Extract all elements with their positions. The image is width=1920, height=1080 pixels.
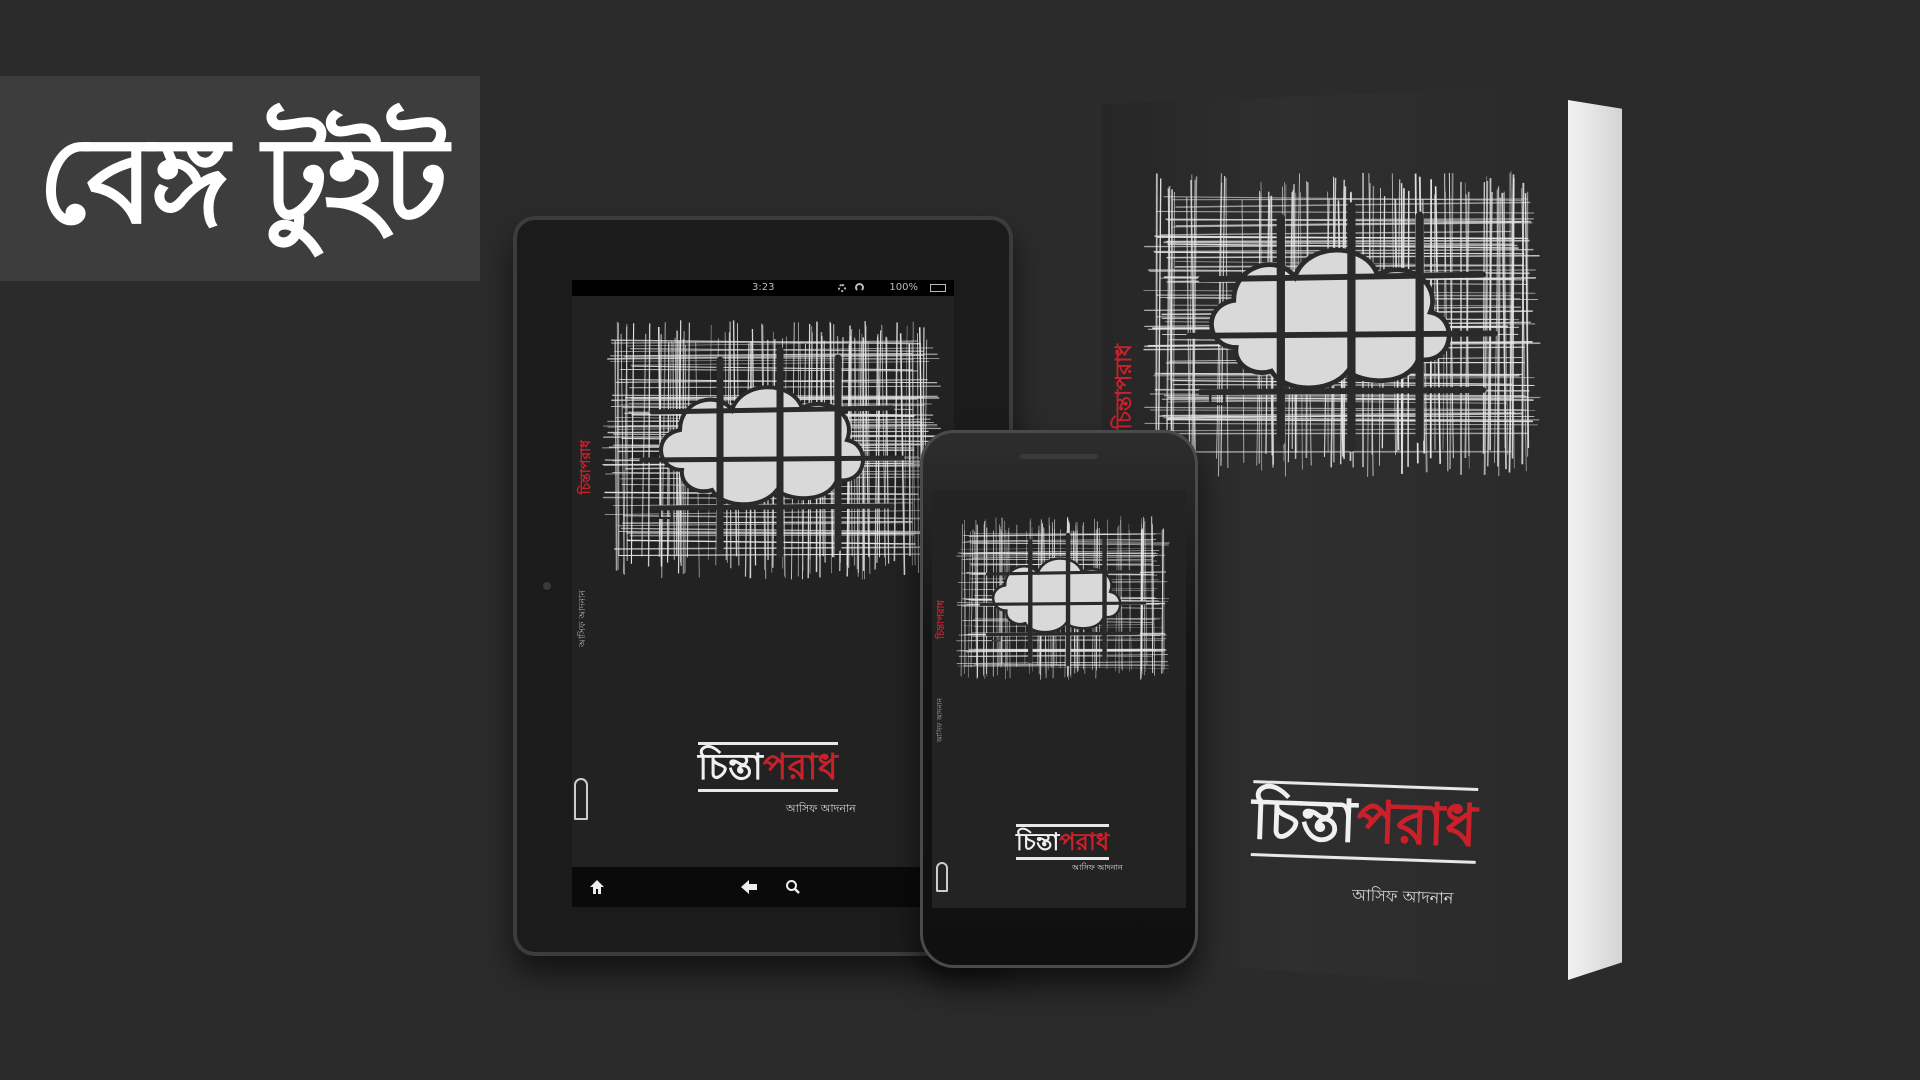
spine-title: চিন্তাপরাধ bbox=[578, 440, 594, 495]
publisher-logo bbox=[936, 862, 948, 892]
bottom-nav-bar bbox=[572, 867, 954, 907]
home-icon[interactable] bbox=[577, 867, 617, 907]
spine-author: আসিফ আদনান bbox=[578, 590, 588, 648]
cover-title: চিন্তাপরাধ bbox=[1250, 780, 1479, 864]
brand-logo: বেঙ্গ টুইট bbox=[0, 76, 480, 281]
settings-icon bbox=[838, 284, 846, 292]
book-pages bbox=[1568, 100, 1622, 980]
spine-title: চিন্তাপরাধ bbox=[936, 600, 947, 639]
cover-artwork bbox=[956, 516, 1170, 680]
status-bar: 3:23 100% bbox=[572, 280, 954, 296]
wifi-icon bbox=[855, 283, 864, 292]
status-battery: 100% bbox=[889, 282, 918, 293]
cover-artwork bbox=[602, 320, 942, 580]
status-time: 3:23 bbox=[752, 282, 775, 293]
battery-icon bbox=[930, 284, 946, 292]
brand-logo-text: বেঙ্গ টুইট bbox=[38, 110, 448, 251]
phone-screen: চিন্তাপরাধ আসিফ আদনান চিন্তাপরাধ আসিফ আদ… bbox=[932, 490, 1186, 908]
search-icon[interactable] bbox=[773, 867, 813, 907]
cover-title: চিন্তাপরাধ bbox=[698, 742, 838, 792]
cover-author: আসিফ আদনান bbox=[1072, 863, 1123, 872]
tablet-screen: 3:23 100% চিন্তাপরাধ আসিফ আদনান চিন্তাপর… bbox=[572, 280, 954, 907]
promo-stage: বেঙ্গ টুইট 3:23 100% চিন্তাপরাধ আসিফ আদন… bbox=[0, 0, 1920, 1080]
publisher-logo bbox=[574, 778, 588, 820]
back-arrow-icon[interactable] bbox=[729, 867, 769, 907]
spine-author: আসিফ আদনান bbox=[936, 698, 944, 743]
phone-speaker bbox=[1020, 454, 1098, 459]
tablet-camera bbox=[543, 582, 551, 590]
cover-artwork bbox=[1142, 164, 1542, 484]
phone-device: চিন্তাপরাধ আসিফ আদনান চিন্তাপরাধ আসিফ আদ… bbox=[920, 430, 1198, 968]
spine-title: চিন্তাপরাধ bbox=[1111, 344, 1137, 430]
cover-title: চিন্তাপরাধ bbox=[1016, 824, 1110, 860]
cover-author: আসিফ আদনান bbox=[1351, 885, 1454, 908]
cover-author: আসিফ আদনান bbox=[786, 802, 856, 815]
